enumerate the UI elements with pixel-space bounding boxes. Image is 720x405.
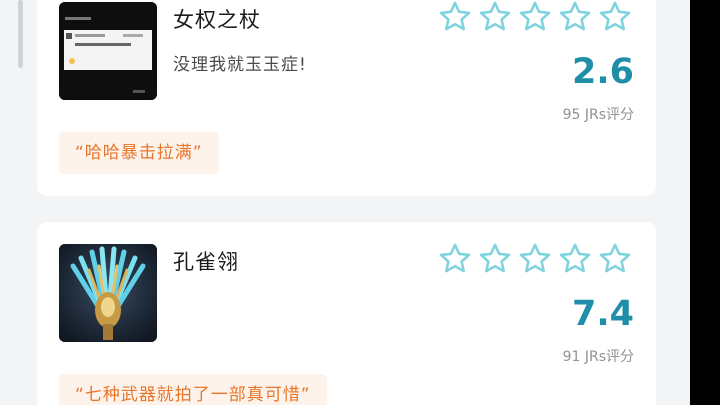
rating-count: 95 JRs评分 xyxy=(562,107,634,123)
star-rating[interactable] xyxy=(436,0,634,35)
item-top-comment: 没理我就玉玉症! xyxy=(173,55,307,75)
star-icon[interactable] xyxy=(556,0,594,35)
star-rating[interactable] xyxy=(436,241,634,277)
star-icon[interactable] xyxy=(556,241,594,277)
star-icon[interactable] xyxy=(436,241,474,277)
star-icon[interactable] xyxy=(476,0,514,35)
rating-list-screen: 女权之杖 没理我就玉玉症! 2.6 95 JRs评分 “哈哈暴击拉满” 孔雀翎 … xyxy=(0,0,690,405)
rating-card[interactable]: 孔雀翎 7.4 91 JRs评分 “七种武器就拍了一部真可惜” xyxy=(37,222,656,405)
star-icon[interactable] xyxy=(596,241,634,277)
average-score: 7.4 xyxy=(571,294,634,334)
featured-quote[interactable]: “哈哈暴击拉满” xyxy=(59,132,219,174)
featured-quote[interactable]: “七种武器就拍了一部真可惜” xyxy=(59,374,327,405)
rating-count: 91 JRs评分 xyxy=(562,349,634,365)
item-title: 女权之杖 xyxy=(173,8,261,32)
star-icon[interactable] xyxy=(436,0,474,35)
rating-card[interactable]: 女权之杖 没理我就玉玉症! 2.6 95 JRs评分 “哈哈暴击拉满” xyxy=(37,0,656,196)
star-icon[interactable] xyxy=(476,241,514,277)
peacock-feather-weapon-thumbnail-image xyxy=(59,244,157,342)
scrollbar[interactable] xyxy=(18,0,23,68)
screenshot-thumbnail-image xyxy=(59,2,157,100)
star-icon[interactable] xyxy=(596,0,634,35)
star-icon[interactable] xyxy=(516,241,554,277)
item-title: 孔雀翎 xyxy=(173,250,239,274)
item-thumbnail[interactable] xyxy=(59,2,157,100)
star-icon[interactable] xyxy=(516,0,554,35)
average-score: 2.6 xyxy=(571,52,634,92)
item-thumbnail[interactable] xyxy=(59,244,157,342)
